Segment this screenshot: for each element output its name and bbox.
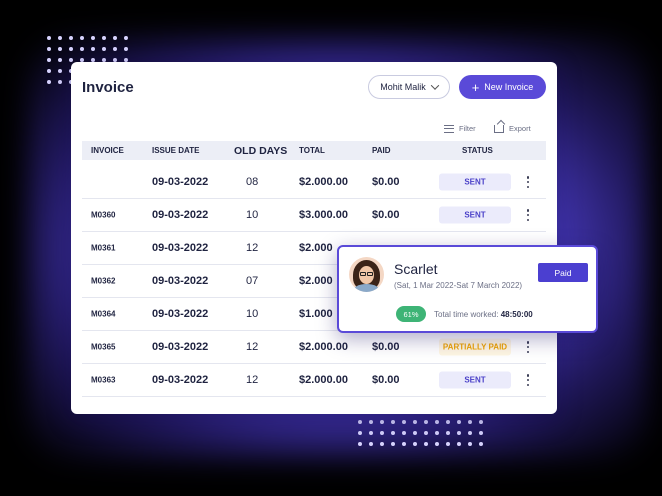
time-worked: Total time worked: 48:50:00 bbox=[434, 310, 533, 319]
time-worked-label: Total time worked: bbox=[434, 310, 499, 319]
total-cell: $2.000 bbox=[299, 275, 333, 287]
export-label: Export bbox=[509, 124, 531, 133]
table-header: INVOICE ISSUE DATE OLD DAYS TOTAL PAID S… bbox=[82, 141, 546, 160]
progress-badge: 61% bbox=[396, 306, 426, 322]
table-row[interactable]: 09-03-2022 08 $2.000.00 $0.00 SENT bbox=[82, 166, 546, 199]
new-invoice-button[interactable]: + New Invoice bbox=[459, 75, 546, 99]
column-header-old-days: OLD DAYS bbox=[234, 145, 288, 157]
more-options-icon[interactable] bbox=[526, 374, 530, 386]
old-days-cell: 08 bbox=[246, 176, 259, 188]
invoice-cell: M0363 bbox=[91, 375, 116, 385]
issue-date-cell: 09-03-2022 bbox=[152, 275, 209, 287]
issue-date-cell: 09-03-2022 bbox=[152, 176, 209, 188]
old-days-cell: 12 bbox=[246, 242, 259, 254]
issue-date-cell: 09-03-2022 bbox=[152, 242, 209, 254]
dot-pattern-bottom-right bbox=[358, 420, 483, 446]
paid-button[interactable]: Paid bbox=[538, 263, 588, 282]
invoice-cell: M0364 bbox=[91, 309, 116, 319]
column-header-paid: PAID bbox=[372, 146, 391, 155]
more-options-icon[interactable] bbox=[526, 176, 530, 188]
issue-date-cell: 09-03-2022 bbox=[152, 341, 209, 353]
table-row[interactable]: M0363 09-03-2022 12 $2.000.00 $0.00 SENT bbox=[82, 364, 546, 397]
column-header-status: STATUS bbox=[462, 146, 493, 155]
status-badge: SENT bbox=[439, 173, 511, 191]
filter-icon bbox=[444, 124, 454, 133]
old-days-cell: 12 bbox=[246, 374, 259, 386]
old-days-cell: 10 bbox=[246, 308, 259, 320]
employee-name: Scarlet bbox=[394, 261, 438, 277]
invoice-cell: M0360 bbox=[91, 210, 116, 220]
total-cell: $2.000.00 bbox=[299, 341, 348, 353]
page-title: Invoice bbox=[82, 79, 134, 96]
date-range: (Sat, 1 Mar 2022-Sat 7 March 2022) bbox=[394, 281, 523, 290]
old-days-cell: 07 bbox=[246, 275, 259, 287]
total-cell: $1.000 bbox=[299, 308, 333, 320]
time-worked-value: 48:50:00 bbox=[500, 310, 533, 319]
paid-cell: $0.00 bbox=[372, 341, 400, 353]
total-cell: $2.000.00 bbox=[299, 374, 348, 386]
invoice-cell: M0362 bbox=[91, 276, 116, 286]
status-badge: PARTIALLY PAID bbox=[439, 338, 511, 356]
issue-date-cell: 09-03-2022 bbox=[152, 209, 209, 221]
column-header-invoice: INVOICE bbox=[91, 146, 124, 155]
invoice-cell: M0361 bbox=[91, 243, 116, 253]
paid-cell: $0.00 bbox=[372, 209, 400, 221]
total-cell: $2.000 bbox=[299, 242, 333, 254]
filter-label: Filter bbox=[459, 124, 476, 133]
total-cell: $2.000.00 bbox=[299, 176, 348, 188]
invoice-card: Invoice Mohit Malik + New Invoice Filter… bbox=[71, 62, 557, 414]
issue-date-cell: 09-03-2022 bbox=[152, 374, 209, 386]
invoice-cell: M0365 bbox=[91, 342, 116, 352]
issue-date-cell: 09-03-2022 bbox=[152, 308, 209, 320]
status-badge: SENT bbox=[439, 371, 511, 389]
total-cell: $3.000.00 bbox=[299, 209, 348, 221]
paid-cell: $0.00 bbox=[372, 374, 400, 386]
user-dropdown[interactable]: Mohit Malik bbox=[368, 75, 450, 99]
user-dropdown-label: Mohit Malik bbox=[380, 82, 426, 92]
old-days-cell: 12 bbox=[246, 341, 259, 353]
column-header-issue-date: ISSUE DATE bbox=[152, 146, 200, 155]
plus-icon: + bbox=[471, 79, 480, 95]
more-options-icon[interactable] bbox=[526, 341, 530, 353]
old-days-cell: 10 bbox=[246, 209, 259, 221]
table-row[interactable]: M0365 09-03-2022 12 $2.000.00 $0.00 PARTIALLY… bbox=[82, 331, 546, 364]
new-invoice-label: New Invoice bbox=[484, 82, 534, 92]
export-button[interactable]: Export bbox=[494, 124, 531, 133]
employee-popup: Scarlet (Sat, 1 Mar 2022-Sat 7 March 202… bbox=[337, 245, 598, 333]
export-icon bbox=[494, 124, 504, 133]
filter-button[interactable]: Filter bbox=[444, 124, 476, 133]
table-row[interactable]: M0360 09-03-2022 10 $3.000.00 $0.00 SENT bbox=[82, 199, 546, 232]
column-header-total: TOTAL bbox=[299, 146, 325, 155]
more-options-icon[interactable] bbox=[526, 209, 530, 221]
paid-cell: $0.00 bbox=[372, 176, 400, 188]
status-badge: SENT bbox=[439, 206, 511, 224]
chevron-down-icon bbox=[430, 81, 439, 90]
avatar bbox=[349, 257, 384, 292]
